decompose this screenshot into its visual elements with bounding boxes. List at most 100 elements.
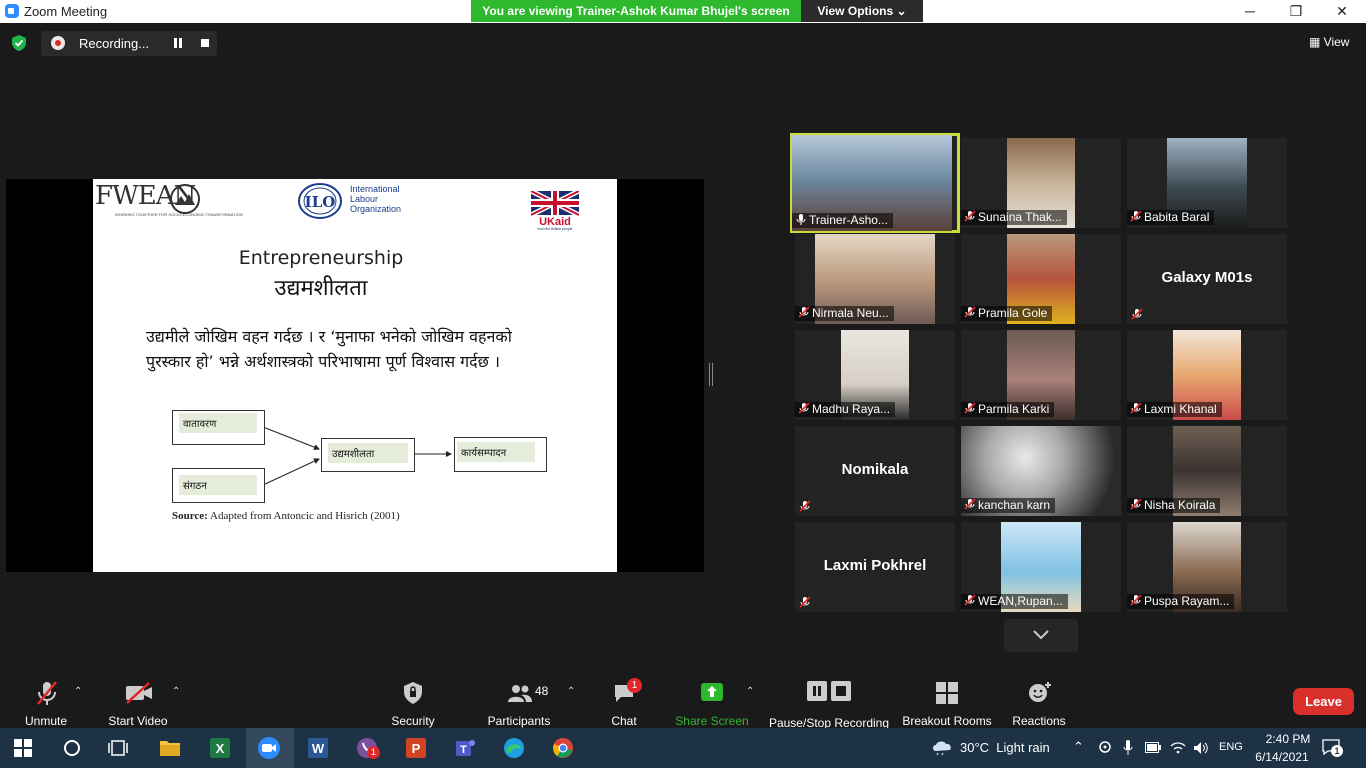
notification-center-icon[interactable]: 1 bbox=[1322, 739, 1344, 757]
share-screen-label: Share Screen bbox=[675, 714, 749, 728]
recording-status: Recording... bbox=[79, 36, 150, 51]
participant-tile[interactable]: Sunaina Thak... bbox=[961, 138, 1121, 228]
slide-body-line2: पुरस्कार हो’ भन्ने अर्थशास्त्रको परिभाषा… bbox=[146, 352, 500, 371]
reactions-label: Reactions bbox=[1012, 714, 1066, 728]
participant-tile[interactable]: Laxmi Pokhrel bbox=[795, 522, 955, 612]
pause-stop-recording-button[interactable]: Pause/Stop Recording bbox=[768, 678, 890, 730]
muted-mic-icon bbox=[1130, 498, 1144, 514]
security-label: Security bbox=[391, 714, 435, 728]
muted-mic-icon bbox=[1130, 402, 1144, 418]
audio-options-caret[interactable]: ⌃ bbox=[74, 686, 82, 697]
muted-mic-icon bbox=[799, 595, 811, 608]
task-view-icon[interactable] bbox=[108, 738, 128, 758]
start-video-button[interactable]: Start Video bbox=[100, 678, 176, 728]
edge-icon[interactable] bbox=[502, 736, 526, 760]
encryption-shield-icon[interactable] bbox=[11, 35, 27, 51]
participant-tile[interactable]: Laxmi Khanal bbox=[1127, 330, 1287, 420]
recording-dot-icon bbox=[51, 36, 65, 50]
participant-tile[interactable]: Nisha Koirala bbox=[1127, 426, 1287, 516]
close-button[interactable]: ✕ bbox=[1319, 0, 1365, 23]
participant-tile[interactable]: Babita Baral bbox=[1127, 138, 1287, 228]
battery-icon[interactable] bbox=[1145, 742, 1161, 753]
powerpoint-icon[interactable]: P bbox=[404, 736, 428, 760]
wifi-icon[interactable] bbox=[1170, 741, 1186, 755]
view-options-button[interactable]: View Options ⌄ bbox=[801, 0, 923, 22]
input-language[interactable]: ENG bbox=[1219, 741, 1243, 753]
participant-tile[interactable]: Trainer-Asho... bbox=[790, 133, 960, 233]
participants-button[interactable]: 48 Participants bbox=[484, 678, 554, 728]
participant-tile[interactable]: Nomikala bbox=[795, 426, 955, 516]
weather-text[interactable]: 30°C Light rain bbox=[960, 740, 1050, 755]
clock-date[interactable]: 6/14/2021 bbox=[1250, 750, 1314, 764]
share-options-caret[interactable]: ⌃ bbox=[746, 686, 754, 697]
participants-options-caret[interactable]: ⌃ bbox=[567, 686, 575, 697]
muted-mic-icon bbox=[1131, 307, 1143, 320]
breakout-rooms-button[interactable]: Breakout Rooms bbox=[900, 678, 994, 728]
participant-tile[interactable]: Galaxy M01s bbox=[1127, 234, 1287, 324]
svg-text:ILO: ILO bbox=[305, 193, 336, 211]
webcam-icon[interactable] bbox=[1098, 741, 1112, 755]
unmute-button[interactable]: Unmute bbox=[14, 678, 78, 728]
svg-text:T: T bbox=[460, 744, 467, 756]
stop-recording-icon[interactable] bbox=[201, 39, 209, 47]
security-button[interactable]: Security bbox=[383, 678, 443, 728]
participant-tile[interactable]: Nirmala Neu... bbox=[795, 234, 955, 324]
minimize-button[interactable]: ─ bbox=[1227, 0, 1273, 23]
clock-time[interactable]: 2:40 PM bbox=[1262, 732, 1314, 746]
windows-taskbar: X W 1 P T ⌃ 1 bbox=[0, 728, 1366, 768]
participant-name: Puspa Rayam... bbox=[1144, 594, 1230, 609]
file-explorer-icon[interactable] bbox=[158, 736, 182, 760]
teams-icon[interactable]: T bbox=[453, 736, 477, 760]
weather-cloud-rain-icon[interactable] bbox=[931, 740, 953, 756]
window-title: Zoom Meeting bbox=[24, 4, 108, 19]
volume-icon[interactable] bbox=[1193, 741, 1210, 755]
participant-name: Nomikala bbox=[841, 461, 909, 478]
gallery-next-page-button[interactable] bbox=[1004, 619, 1078, 652]
chat-button[interactable]: 1 Chat bbox=[600, 678, 648, 728]
excel-icon[interactable]: X bbox=[208, 736, 232, 760]
diagram-label-entrepreneurship: उद्यमशीलता bbox=[328, 443, 408, 463]
participant-tile[interactable]: Pramila Gole bbox=[961, 234, 1121, 324]
participants-label: Participants bbox=[487, 714, 551, 728]
participant-name: Nirmala Neu... bbox=[812, 306, 889, 321]
recording-indicator: Recording... bbox=[41, 31, 217, 56]
participant-name: Trainer-Asho... bbox=[809, 213, 888, 228]
participant-tile[interactable]: Puspa Rayam... bbox=[1127, 522, 1287, 612]
split-view-handle[interactable] bbox=[709, 363, 713, 386]
participant-name-tag: Nisha Koirala bbox=[1127, 498, 1221, 514]
reactions-button[interactable]: Reactions bbox=[1008, 678, 1070, 728]
participant-name: kanchan karn bbox=[978, 498, 1051, 513]
muted-mic-icon bbox=[799, 499, 811, 512]
ukaid-subtext: from the British people bbox=[537, 227, 572, 231]
pause-recording-icon[interactable] bbox=[173, 38, 183, 48]
presentation-slide: FWEAN WORKING TOGETHER FOR SOCIO-ECONOMI… bbox=[93, 179, 617, 572]
share-screen-button[interactable]: Share Screen bbox=[674, 678, 750, 728]
participant-tile[interactable]: Madhu Raya... bbox=[795, 330, 955, 420]
participant-name: Pramila Gole bbox=[978, 306, 1048, 321]
windows-start-icon[interactable] bbox=[14, 739, 32, 757]
leave-meeting-button[interactable]: Leave bbox=[1293, 688, 1354, 715]
video-options-caret[interactable]: ⌃ bbox=[172, 686, 180, 697]
restore-button[interactable]: ❐ bbox=[1273, 0, 1319, 23]
participant-tile[interactable]: WEAN,Rupan... bbox=[961, 522, 1121, 612]
start-video-label: Start Video bbox=[108, 714, 168, 728]
participants-icon bbox=[508, 685, 532, 702]
participant-name-tag: Trainer-Asho... bbox=[792, 213, 893, 228]
video-off-icon bbox=[126, 682, 152, 704]
participant-tile[interactable]: Parmila Karki bbox=[961, 330, 1121, 420]
zoom-taskbar-icon[interactable] bbox=[257, 736, 281, 760]
chrome-icon[interactable] bbox=[551, 736, 575, 760]
word-icon[interactable]: W bbox=[306, 736, 330, 760]
participant-tile[interactable]: kanchan karn bbox=[961, 426, 1121, 516]
svg-text:P: P bbox=[412, 741, 421, 756]
participant-name: Sunaina Thak... bbox=[978, 210, 1062, 225]
view-layout-button[interactable]: ▦ View bbox=[1309, 35, 1349, 49]
show-hidden-icons-chevron-icon[interactable]: ⌃ bbox=[1073, 739, 1084, 755]
microphone-tray-icon[interactable] bbox=[1123, 740, 1133, 756]
chat-badge: 1 bbox=[627, 678, 642, 693]
view-options-label: View Options bbox=[817, 4, 894, 18]
slide-title-nepali: उद्यमशीलता bbox=[274, 276, 368, 301]
chat-label: Chat bbox=[611, 714, 637, 728]
chevron-down-icon bbox=[1033, 630, 1049, 640]
search-icon[interactable] bbox=[62, 738, 82, 758]
